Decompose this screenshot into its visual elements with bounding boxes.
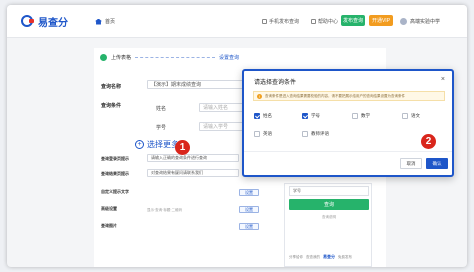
phone-icon xyxy=(262,19,267,24)
step-complete-icon xyxy=(100,54,107,61)
nav-home-label: 首页 xyxy=(105,19,116,25)
logo[interactable]: 易查分 xyxy=(21,15,68,29)
step-settings-label: 设置查询 xyxy=(219,55,240,61)
login-tip-label: 查询登录页提示 xyxy=(101,156,129,161)
advanced-settings-label: 高级设置 xyxy=(101,206,117,211)
preview-hint: 查询说明 xyxy=(322,215,336,219)
condition-id-label: 学号 xyxy=(156,125,167,131)
top-links: 手机发布查询 帮助中心 xyxy=(262,18,338,25)
open-vip-button[interactable]: 开通VIP xyxy=(369,15,393,26)
top-link-mobile-publish[interactable]: 手机发布查询 xyxy=(262,18,299,25)
preview-brand: 易查分 xyxy=(323,254,335,259)
top-navigation-bar: 易查分 首页 手机发布查询 帮助中心 发布查询 开通VIP 高端实验中学 xyxy=(7,5,467,38)
preview-query-button[interactable]: 查询 xyxy=(289,199,369,210)
advanced-settings-button[interactable]: 设置 xyxy=(239,206,259,213)
confirm-button[interactable]: 确认 xyxy=(426,158,448,169)
nav-home[interactable]: 首页 xyxy=(95,18,115,25)
result-tip-label: 查询结果页提示 xyxy=(101,171,129,176)
checkbox-checked-icon xyxy=(254,113,260,119)
dialog-footer: 取消 确认 xyxy=(244,151,452,175)
dialog-notice-text: 查询条件是进入查询结果需要校验的内容，请不要把展示给用户的查询结果设置为查询条件 xyxy=(265,93,405,98)
publish-query-button[interactable]: 发布查询 xyxy=(341,15,365,26)
app-window: 易查分 首页 手机发布查询 帮助中心 发布查询 开通VIP 高端实验中学 上传表… xyxy=(7,5,467,267)
checkbox-unchecked-icon xyxy=(302,131,308,137)
checkbox-english-label: 英语 xyxy=(263,131,272,136)
mobile-preview: 学号 查询 查询说明 分享给你 查查我的 易查分 免费发布 xyxy=(284,183,372,267)
top-link-help[interactable]: 帮助中心 xyxy=(311,18,338,25)
checkbox-chinese-label: 语文 xyxy=(411,113,420,118)
warning-icon: ! xyxy=(257,93,262,99)
top-link-mobile-publish-label: 手机发布查询 xyxy=(269,19,300,25)
help-icon xyxy=(311,19,317,24)
checkbox-unchecked-icon xyxy=(254,131,260,137)
checkbox-teacher-comment-label: 教师评语 xyxy=(311,131,329,136)
custom-tip-label: 自定义提示文字 xyxy=(101,189,129,194)
preview-footer-share[interactable]: 分享给你 xyxy=(289,255,303,260)
user-menu[interactable]: 高端实验中学 xyxy=(400,18,440,25)
query-name-input[interactable]: 【演示】期末成绩查询 xyxy=(147,80,247,89)
query-name-label: 查询名称 xyxy=(101,84,122,90)
dialog-title: 请选择查询条件 xyxy=(254,80,297,86)
logo-icon xyxy=(21,15,34,27)
query-image-button[interactable]: 设置 xyxy=(239,223,259,230)
result-tip-input[interactable]: 对查询结果有疑问请联系我们 xyxy=(147,169,239,177)
checkbox-chinese[interactable]: 语文 xyxy=(402,113,420,119)
annotation-badge-1: 1 xyxy=(175,140,190,155)
advanced-settings-hint: 显示·查询·标题·二维码 xyxy=(147,208,182,212)
dialog-notice: ! 查询条件是进入查询结果需要校验的内容，请不要把展示给用户的查询结果设置为查询… xyxy=(253,91,445,101)
custom-tip-set-button[interactable]: 设置 xyxy=(239,189,259,196)
plus-icon: + xyxy=(135,140,144,149)
select-more-button[interactable]: + 选择更多 xyxy=(135,139,179,150)
checkbox-math-label: 数学 xyxy=(361,113,370,118)
close-icon[interactable]: × xyxy=(441,76,445,83)
select-condition-dialog: 请选择查询条件 × ! 查询条件是进入查询结果需要校验的内容，请不要把展示给用户… xyxy=(242,69,454,177)
checkbox-math[interactable]: 数学 xyxy=(352,113,370,119)
annotation-badge-2: 2 xyxy=(421,134,436,149)
logo-text: 易查分 xyxy=(38,17,68,29)
query-image-label: 查询图片 xyxy=(101,223,117,228)
preview-footer-free[interactable]: 免费发布 xyxy=(338,255,352,260)
preview-footer: 分享给你 查查我的 易查分 免费发布 xyxy=(289,254,352,260)
checkbox-unchecked-icon xyxy=(352,113,358,119)
condition-name-label: 姓名 xyxy=(156,106,167,112)
query-condition-label: 查询条件 xyxy=(101,103,122,109)
step-upload-label: 上传表格 xyxy=(111,55,132,61)
top-link-help-label: 帮助中心 xyxy=(318,19,339,25)
checkbox-name[interactable]: 姓名 xyxy=(254,113,272,119)
checkbox-student-id[interactable]: 学号 xyxy=(302,113,320,119)
avatar xyxy=(400,18,407,25)
step-connector xyxy=(135,57,216,58)
checkbox-teacher-comment[interactable]: 教师评语 xyxy=(302,131,329,137)
home-icon xyxy=(95,18,102,25)
preview-footer-mine[interactable]: 查查我的 xyxy=(306,255,320,260)
step-indicator: 上传表格 设置查询 xyxy=(100,54,239,61)
checkbox-checked-icon xyxy=(302,113,308,119)
preview-field[interactable]: 学号 xyxy=(289,186,369,196)
checkbox-unchecked-icon xyxy=(402,113,408,119)
login-tip-input[interactable]: 请输入正确的查询条件进行查询 xyxy=(147,154,239,162)
cancel-button[interactable]: 取消 xyxy=(400,158,422,169)
checkbox-name-label: 姓名 xyxy=(263,113,272,118)
user-name: 高端实验中学 xyxy=(410,19,441,25)
checkbox-student-id-label: 学号 xyxy=(311,113,320,118)
checkbox-english[interactable]: 英语 xyxy=(254,131,272,137)
